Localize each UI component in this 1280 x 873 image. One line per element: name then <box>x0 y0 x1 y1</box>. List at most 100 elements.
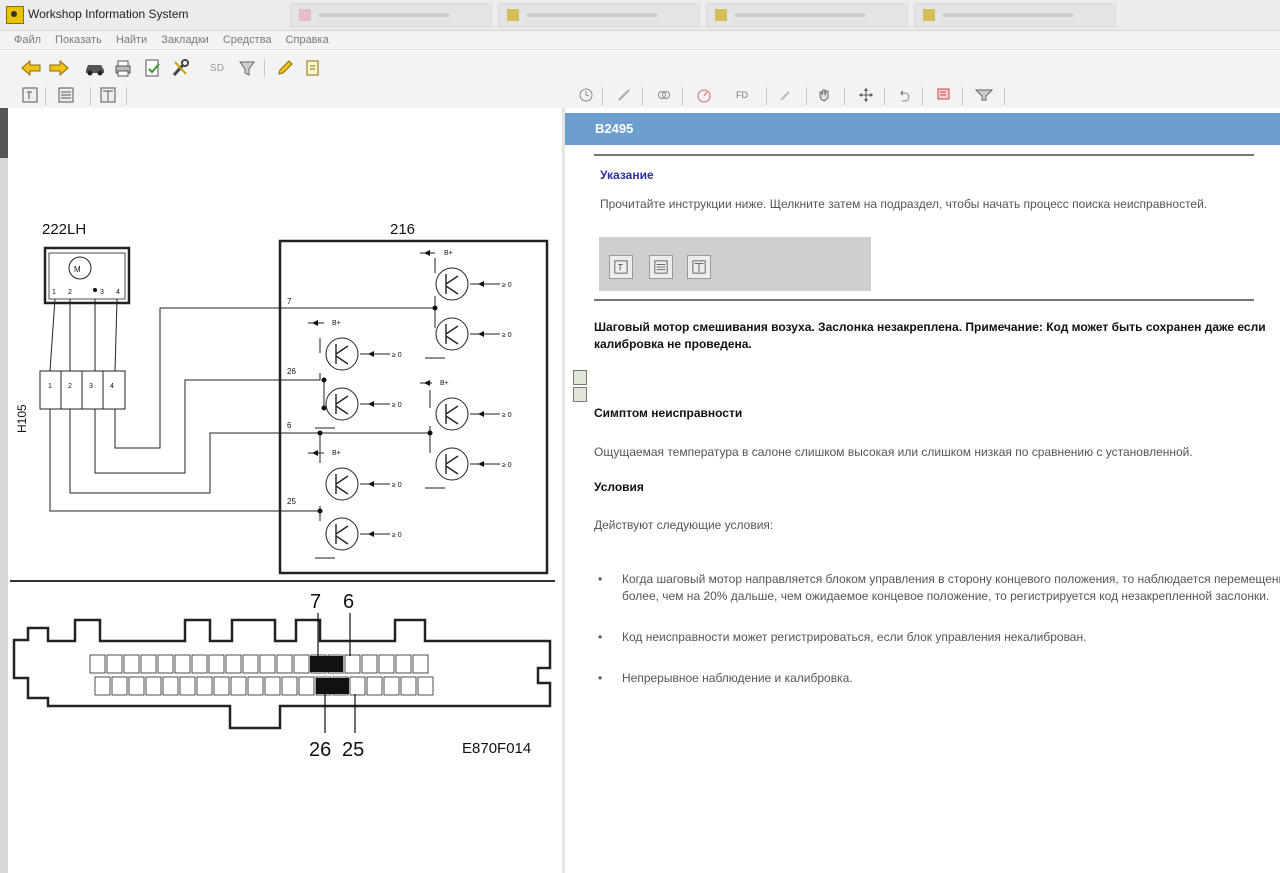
pin-highlight <box>316 678 349 694</box>
background-tab[interactable] <box>914 3 1116 27</box>
connector-pin-cell <box>417 676 434 696</box>
transistor <box>325 467 359 501</box>
motor-label: M <box>74 265 81 274</box>
input-label: ≥ 0 <box>502 332 512 339</box>
connector-pin-label: 2 <box>68 383 72 390</box>
pin-number-6: 6 <box>343 591 354 613</box>
motor-pin-label: 3 <box>100 289 104 296</box>
conditions-heading: Условия <box>594 480 644 494</box>
pin-number-26: 26 <box>309 739 331 761</box>
bookmark-icon[interactable] <box>573 370 587 385</box>
connector-pin-cell <box>349 676 366 696</box>
menu-find[interactable]: Найти <box>116 31 147 49</box>
main-toolbar: SD <box>0 51 1280 85</box>
supply-label: B+ <box>440 380 449 387</box>
connector-pin-cell <box>276 654 293 674</box>
note-toolbar-image <box>599 237 871 291</box>
connector-pin-cell <box>213 676 230 696</box>
component-label-222lh: 222LH <box>42 221 86 238</box>
filter-icon[interactable] <box>236 57 258 79</box>
scroll-edge[interactable] <box>0 108 8 873</box>
list-item: Непрерывное наблюдение и калибровка. <box>594 670 1280 687</box>
funnel-icon[interactable] <box>974 86 994 104</box>
transistor <box>435 317 469 351</box>
background-tab[interactable] <box>498 3 700 27</box>
tools-icon[interactable] <box>170 57 192 79</box>
transistor <box>325 517 359 551</box>
fault-code-header: B2495 <box>565 113 1280 145</box>
connector-pin-cell <box>157 654 174 674</box>
menu-tools[interactable]: Средства <box>223 31 272 49</box>
page-edit-icon[interactable] <box>302 57 324 79</box>
background-tab[interactable] <box>290 3 492 27</box>
flag-icon[interactable] <box>934 86 954 104</box>
list-item: Код неисправности может регистрироваться… <box>594 629 1280 646</box>
menu-view[interactable]: Показать <box>55 31 102 49</box>
connector-pin-cell <box>94 676 111 696</box>
wire-label: 25 <box>287 497 296 506</box>
window-titlebar: Workshop Information System <box>0 0 1280 31</box>
background-tab[interactable] <box>706 3 908 27</box>
menu-file[interactable]: Файл <box>14 31 41 49</box>
symptom-heading: Симптом неисправности <box>594 406 743 420</box>
connector-pin-cell <box>106 654 123 674</box>
link-icon[interactable] <box>654 86 674 104</box>
connector-pin-cell <box>281 676 298 696</box>
printer-icon[interactable] <box>112 57 134 79</box>
fd-icon[interactable]: FD <box>732 86 752 104</box>
input-label: ≥ 0 <box>502 412 512 419</box>
measure-icon[interactable] <box>614 86 634 104</box>
back-arrow-icon[interactable] <box>20 57 42 79</box>
component-label-216: 216 <box>390 221 415 238</box>
clock-icon[interactable] <box>576 86 596 104</box>
gauge-icon[interactable] <box>694 86 714 104</box>
forward-arrow-icon[interactable] <box>48 57 70 79</box>
app-icon <box>6 6 24 24</box>
connector-pin-cell <box>89 654 106 674</box>
input-label: ≥ 0 <box>392 352 402 359</box>
move-icon[interactable] <box>856 86 876 104</box>
connector-pin-label: 4 <box>110 383 114 390</box>
connector-pin-cell <box>247 676 264 696</box>
side-icons <box>573 370 587 404</box>
document-check-icon[interactable] <box>142 57 164 79</box>
page-icon[interactable] <box>573 387 587 402</box>
connector-pin-cell <box>162 676 179 696</box>
ecu-connector <box>12 618 552 730</box>
connector-pin-cell <box>140 654 157 674</box>
connector-pin-cell <box>400 676 417 696</box>
connector-pin-cell <box>395 654 412 674</box>
transistor <box>325 337 359 371</box>
menu-bookmarks[interactable]: Закладки <box>161 31 209 49</box>
motor-pin-label: 1 <box>52 289 56 296</box>
hand-icon[interactable] <box>814 86 834 104</box>
conditions-intro: Действуют следующие условия: <box>594 518 774 532</box>
split-view-icon[interactable] <box>98 86 118 104</box>
supply-label: B+ <box>332 450 341 457</box>
transistor <box>325 387 359 421</box>
pencil-icon[interactable] <box>274 57 296 79</box>
note-text: Прочитайте инструкции ниже. Щелкните зат… <box>600 197 1208 211</box>
connector-pin-cell <box>298 676 315 696</box>
wrench-icon[interactable] <box>776 86 796 104</box>
menu-help[interactable]: Справка <box>286 31 329 49</box>
doc-view-icon[interactable] <box>20 86 40 104</box>
connector-pin-cell <box>366 676 383 696</box>
car-icon[interactable] <box>84 57 106 79</box>
supply-label: B+ <box>444 250 453 257</box>
connector-pin-cell <box>191 654 208 674</box>
pin-highlight <box>310 656 343 672</box>
pin-number-7: 7 <box>310 591 321 613</box>
transistor <box>435 267 469 301</box>
list-view-icon[interactable] <box>56 86 76 104</box>
symptom-text: Ощущаемая температура в салоне слишком в… <box>594 445 1193 459</box>
fault-description-heading: Шаговый мотор смешивания возуха. Заслонк… <box>594 320 1266 351</box>
wiring-diagram: 222LH 216 M 1 2 3 4 1 2 3 4 H105 7 26 6 … <box>10 221 555 761</box>
undo-icon[interactable] <box>894 86 914 104</box>
sd-icon[interactable]: SD <box>206 57 228 79</box>
transistor <box>435 447 469 481</box>
window-title: Workshop Information System <box>28 7 189 21</box>
figure-id: E870F014 <box>462 740 531 757</box>
connector-pin-cell <box>242 654 259 674</box>
conditions-list: Когда шаговый мотор направляется блоком … <box>594 571 1280 711</box>
